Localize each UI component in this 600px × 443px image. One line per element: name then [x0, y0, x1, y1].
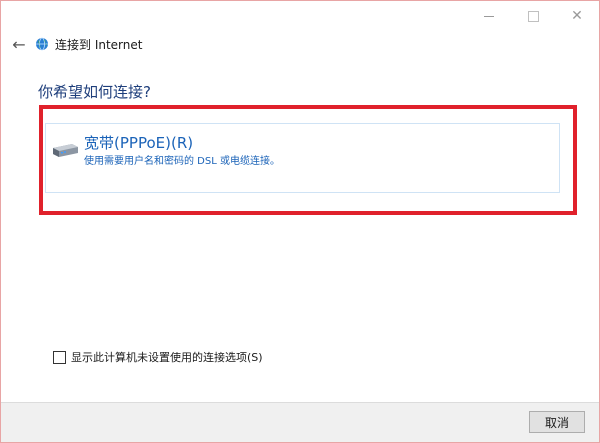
page-heading: 你希望如何连接?	[38, 83, 151, 101]
dialog-footer: 取消	[1, 402, 599, 442]
checkbox-label: 显示此计算机未设置使用的连接选项(S)	[71, 351, 263, 364]
cancel-button[interactable]: 取消	[529, 411, 585, 433]
show-options-checkbox[interactable]	[53, 350, 66, 364]
maximize-button[interactable]	[511, 1, 555, 31]
option-description: 使用需要用户名和密码的 DSL 或电缆连接。	[84, 156, 280, 167]
connect-to-internet-window: ✕ ← 连接到 Internet 你希望如何连接? 宽带(PPPoE)(R) 使…	[0, 0, 600, 443]
network-globe-icon	[36, 37, 48, 51]
window-title: 连接到 Internet	[55, 37, 143, 52]
window-controls: ✕	[467, 1, 599, 31]
close-button[interactable]: ✕	[555, 1, 599, 31]
navigation-bar: ← 连接到 Internet	[9, 34, 142, 54]
back-button[interactable]: ←	[9, 34, 29, 54]
minimize-button[interactable]	[467, 1, 511, 31]
broadband-modem-icon	[53, 144, 78, 157]
broadband-pppoe-option[interactable]: 宽带(PPPoE)(R) 使用需要用户名和密码的 DSL 或电缆连接。	[45, 123, 560, 193]
show-unconfigured-options[interactable]: 显示此计算机未设置使用的连接选项(S)	[53, 349, 263, 365]
back-arrow-icon: ←	[12, 34, 26, 54]
close-icon: ✕	[571, 8, 583, 24]
option-title: 宽带(PPPoE)(R)	[84, 134, 194, 152]
